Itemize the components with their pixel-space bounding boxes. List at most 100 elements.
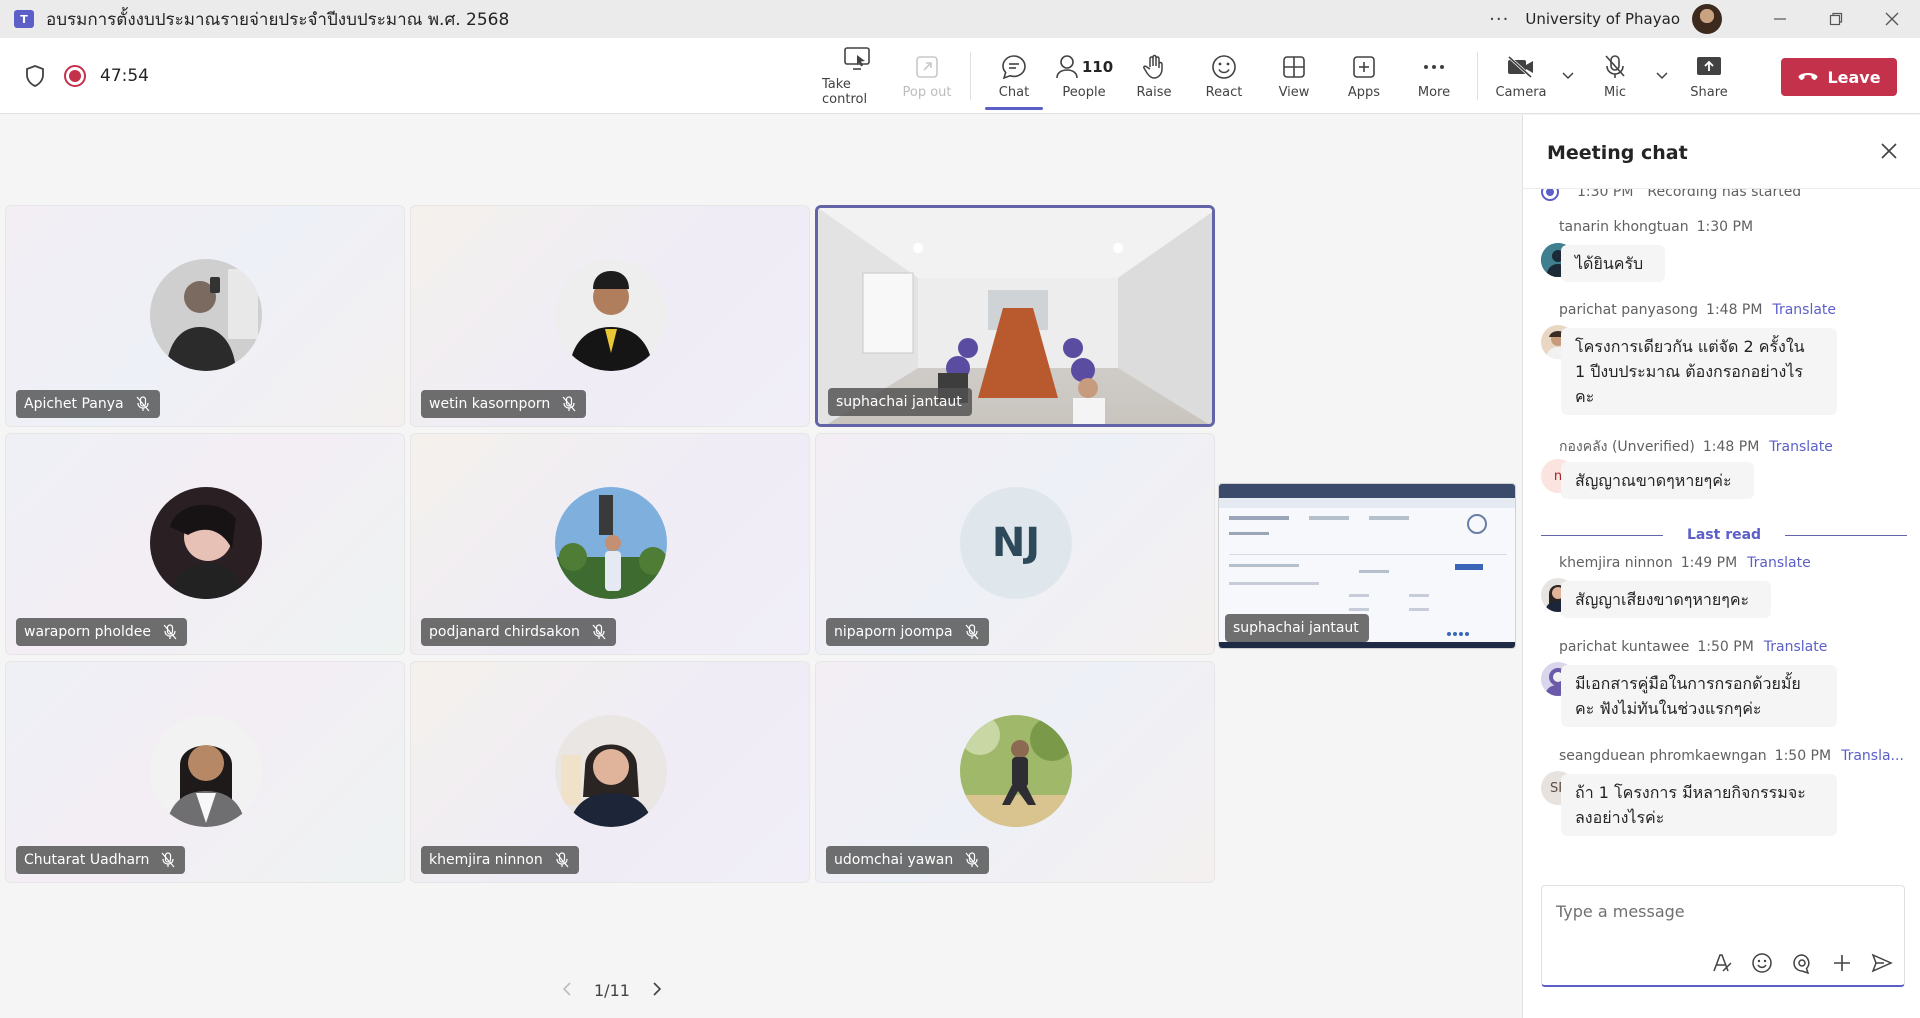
video-stage: Apichet Panya wetin kasornporn suphachai… [0,115,1522,1018]
message-sender: tanarin khongtuan [1559,219,1689,235]
message-meta: tanarin khongtuan 1:30 PM [1559,219,1753,235]
pop-out-button[interactable]: Pop out [892,38,962,114]
more-button[interactable]: More [1399,38,1469,114]
loop-component-icon[interactable] [1790,951,1814,975]
camera-off-icon [1506,53,1536,81]
participant-tile[interactable]: wetin kasornporn [410,205,810,427]
camera-button[interactable]: Camera [1486,38,1556,114]
meeting-title: อบรมการตั้งงบประมาณรายจ่ายประจำปีงบประมา… [46,9,510,30]
view-button[interactable]: View [1259,38,1329,114]
message-composer [1541,885,1905,987]
title-bar: T อบรมการตั้งงบประมาณรายจ่ายประจำปีงบประ… [0,0,1920,38]
people-count: 110 [1081,57,1114,76]
last-read-divider: Last read [1541,527,1908,543]
participant-name-tag: waraporn pholdee [16,618,187,646]
participant-avatar [555,259,667,371]
raise-hand-button[interactable]: Raise [1119,38,1189,114]
participant-name-tag: wetin kasornporn [421,390,587,418]
leave-button[interactable]: Leave [1781,58,1897,96]
add-attachment-icon[interactable] [1830,951,1854,975]
participant-tile[interactable]: NJ nipaporn joompa [815,433,1215,655]
grid-view-icon [1282,53,1306,81]
apps-button[interactable]: Apps [1329,38,1399,114]
recording-started-icon [1541,189,1559,201]
ellipsis-icon [1422,53,1446,81]
emoji-icon[interactable] [1750,951,1774,975]
profile-avatar[interactable] [1692,4,1722,34]
participant-tile[interactable]: udomchai yawan [815,661,1215,883]
format-icon[interactable] [1710,951,1734,975]
translate-link[interactable]: Transla... [1841,748,1904,764]
translate-link[interactable]: Translate [1772,302,1836,318]
people-button[interactable]: 110 People [1049,38,1119,114]
mic-button[interactable]: Mic [1580,38,1650,114]
minimize-icon[interactable] [1752,0,1808,38]
participant-tile[interactable]: khemjira ninnon [410,661,810,883]
message-input[interactable] [1556,898,1886,924]
take-control-button[interactable]: Take control [822,38,892,114]
people-icon [1056,54,1078,78]
screen-share-tile[interactable]: suphachai jantaut [1218,483,1516,649]
message-bubble: ได้ยินครับ [1561,245,1666,282]
participant-tile[interactable]: Apichet Panya [5,205,405,427]
hand-icon [1142,53,1166,81]
hang-up-icon [1798,73,1818,80]
mic-muted-icon [161,852,175,868]
message-time: 1:50 PM [1774,748,1832,764]
mic-muted-icon [562,396,576,412]
close-window-icon[interactable] [1864,0,1920,38]
message-sender: khemjira ninnon [1559,555,1673,571]
message-time: 1:48 PM [1706,302,1763,318]
mic-muted-icon [965,624,979,640]
chat-title: Meeting chat [1547,142,1688,164]
next-page-icon[interactable] [652,981,662,1000]
message-time: 1:50 PM [1697,639,1754,655]
chat-message-list[interactable]: 1:30 PM Recording has started tanarin kh… [1523,189,1920,979]
send-icon[interactable] [1870,951,1894,975]
message-time: 1:30 PM [1696,219,1754,235]
organization-name[interactable]: University of Phayao [1525,10,1680,28]
chat-header: Meeting chat [1523,115,1920,189]
translate-link[interactable]: Translate [1764,639,1828,655]
mic-muted-icon [163,624,177,640]
message-bubble: ถ้า 1 โครงการ มีหลายกิจกรรมจะ ลงอย่างไรค… [1561,774,1837,836]
meeting-timer: 47:54 [100,66,149,86]
shield-icon[interactable] [24,64,46,88]
participant-avatar [555,487,667,599]
chat-button[interactable]: Chat [979,38,1049,114]
participant-name-tag: khemjira ninnon [421,846,579,874]
smiley-icon [1211,53,1237,81]
participant-name-tag: podjanard chirdsakon [421,618,616,646]
restore-icon[interactable] [1808,0,1864,38]
teams-logo-icon: T [14,10,34,28]
participant-tile[interactable]: Chutarat Uadharn [5,661,405,883]
chat-icon [1001,53,1027,81]
participant-initials-avatar: NJ [960,487,1072,599]
react-button[interactable]: React [1189,38,1259,114]
share-button[interactable]: Share [1674,38,1744,114]
message-meta: khemjira ninnon 1:49 PM Translate [1559,555,1811,571]
close-icon[interactable] [1881,143,1897,163]
message-sender: seangduean phromkaewngan [1559,748,1767,764]
participant-tile[interactable]: waraporn pholdee [5,433,405,655]
participant-video-tile[interactable]: suphachai jantaut [815,205,1215,427]
participant-avatar [960,715,1072,827]
system-message: 1:30 PM Recording has started [1541,189,1801,201]
message-bubble: มีเอกสารคู่มือในการกรอกด้วยมั้ย คะ ฟังไม… [1561,665,1837,727]
mic-muted-icon [555,852,569,868]
recording-icon [64,65,86,87]
message-sender: parichat kuntawee [1559,639,1690,655]
camera-options-chevron-icon[interactable] [1556,38,1580,114]
meeting-toolbar: 47:54 Take control Pop out Chat 110 Peop… [0,38,1920,114]
message-sender: parichat panyasong [1559,302,1699,318]
mic-options-chevron-icon[interactable] [1650,38,1674,114]
participant-name-tag: nipaporn joompa [826,618,989,646]
translate-link[interactable]: Translate [1769,439,1833,455]
participant-tile[interactable]: podjanard chirdsakon [410,433,810,655]
participant-name-tag: Apichet Panya [16,390,160,418]
previous-page-icon[interactable] [562,981,572,1000]
translate-link[interactable]: Translate [1747,555,1811,571]
message-meta: กองคลัง (Unverified) 1:48 PM Translate [1559,436,1833,458]
participant-avatar [150,259,262,371]
more-options-icon[interactable]: ··· [1489,9,1509,30]
